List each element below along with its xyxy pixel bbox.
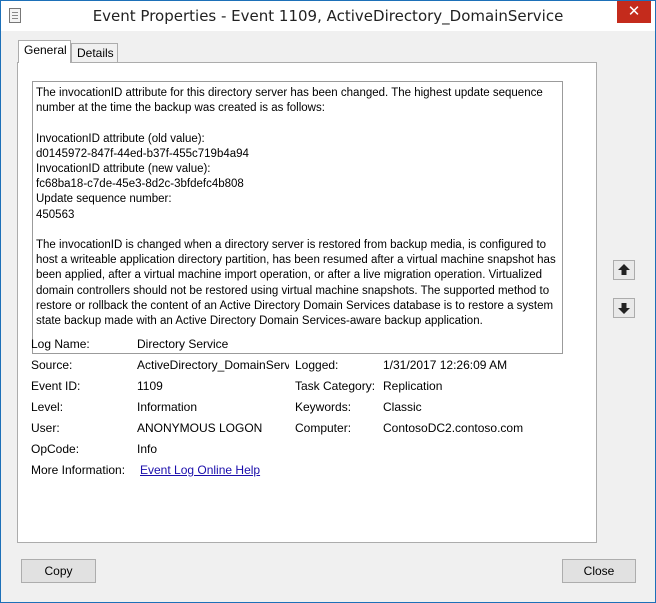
copy-button[interactable]: Copy (21, 559, 96, 583)
computer-label: Computer: (295, 421, 352, 435)
event-id-value: 1109 (137, 379, 163, 393)
event-log-online-help-link[interactable]: Event Log Online Help (140, 463, 260, 477)
window-title: Event Properties - Event 1109, ActiveDir… (92, 7, 564, 25)
log-name-label: Log Name: (31, 337, 90, 351)
more-information-label: More Information: (31, 463, 126, 477)
event-properties-window: Event Properties - Event 1109, ActiveDir… (0, 0, 656, 603)
window-close-button[interactable]: ✕ (617, 1, 651, 23)
user-value: ANONYMOUS LOGON (137, 421, 263, 435)
opcode-label: OpCode: (31, 442, 80, 456)
source-label: Source: (31, 358, 73, 372)
logged-value: 1/31/2017 12:26:09 AM (383, 358, 508, 372)
opcode-value: Info (137, 442, 158, 456)
log-name-value: Directory Service (137, 337, 229, 351)
arrow-up-icon (618, 264, 630, 275)
keywords-label: Keywords: (295, 400, 352, 414)
title-bar[interactable]: Event Properties - Event 1109, ActiveDir… (1, 1, 655, 31)
tab-details[interactable]: Details (71, 43, 118, 63)
arrow-down-icon (618, 303, 630, 314)
source-value: ActiveDirectory_DomainServ (137, 358, 289, 372)
general-tab-panel: The invocationID attribute for this dire… (17, 62, 597, 543)
keywords-value: Classic (383, 400, 422, 414)
close-button[interactable]: Close (562, 559, 636, 583)
logged-label: Logged: (295, 358, 339, 372)
dialog-content: General Details The invocationID attribu… (1, 31, 655, 602)
user-label: User: (31, 421, 60, 435)
previous-event-button[interactable] (613, 260, 635, 280)
level-value: Information (137, 400, 198, 414)
task-category-value: Replication (383, 379, 443, 393)
event-description[interactable]: The invocationID attribute for this dire… (32, 81, 563, 354)
next-event-button[interactable] (613, 298, 635, 318)
event-id-label: Event ID: (31, 379, 81, 393)
tab-general[interactable]: General (18, 40, 71, 63)
task-category-label: Task Category: (295, 379, 376, 393)
computer-value: ContosoDC2.contoso.com (383, 421, 524, 435)
level-label: Level: (31, 400, 64, 414)
